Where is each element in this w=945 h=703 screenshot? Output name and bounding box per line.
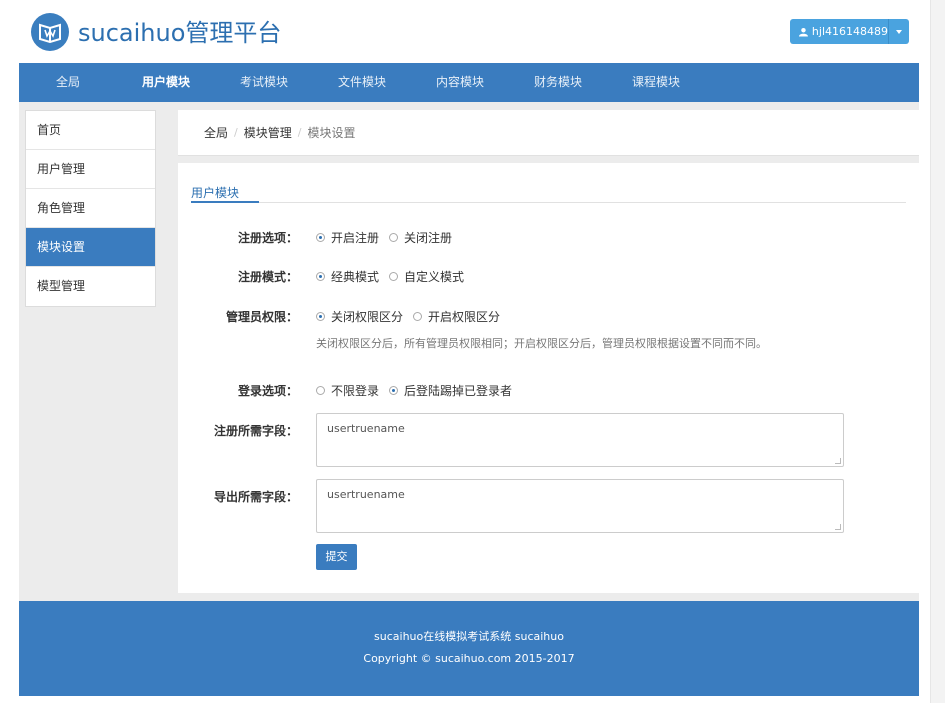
kick-previous-login-label: 后登陆踢掉已登录者 [404,384,513,398]
login-option-group: 不限登录 后登陆踢掉已登录者 [316,382,522,399]
classic-mode-radio[interactable]: 经典模式 [316,268,379,285]
app-logo-text: sucaihuo管理平台 [78,19,282,47]
unlimited-login-radio[interactable]: 不限登录 [316,382,379,399]
custom-mode-radio[interactable]: 自定义模式 [389,268,464,285]
export-fields-value: usertruename [327,488,405,501]
radio-checked-icon [316,272,325,281]
permission-off-label: 关闭权限区分 [331,310,404,324]
custom-mode-label: 自定义模式 [404,270,465,284]
admin-permission-help: 关闭权限区分后，所有管理员权限相同；开启权限区分后，管理员权限根据设置不同而不同… [316,337,767,350]
logo-book-icon [31,13,69,51]
sidebar-item-user-management[interactable]: 用户管理 [26,150,155,189]
register-option-label: 注册选项： [237,231,298,245]
radio-checked-icon [316,312,325,321]
scrollbar[interactable] [930,0,945,703]
register-mode-label: 注册模式： [237,270,298,284]
footer-copyright: Copyright © sucaihuo.com 2015-2017 [363,652,575,665]
radio-checked-icon [316,233,325,242]
nav-item-finance-module[interactable]: 财务模块 [509,63,607,102]
user-menu-toggle[interactable] [888,19,909,44]
breadcrumb-item-global[interactable]: 全局 [204,124,228,141]
resize-handle-icon[interactable] [835,524,841,530]
sidebar-item-role-management[interactable]: 角色管理 [26,189,155,228]
kick-previous-login-radio[interactable]: 后登陆踢掉已登录者 [389,382,512,399]
sidebar: 首页 用户管理 角色管理 模块设置 模型管理 [25,110,156,307]
admin-permission-group: 关闭权限区分 开启权限区分 [316,308,510,325]
nav-item-content-module[interactable]: 内容模块 [411,63,509,102]
footer: sucaihuo在线模拟考试系统 sucaihuo Copyright © su… [19,601,919,696]
register-option-group: 开启注册 关闭注册 [316,229,462,246]
radio-unchecked-icon [413,312,423,321]
breadcrumb-separator: / [297,126,302,139]
register-open-label: 开启注册 [331,231,380,245]
admin-permission-label: 管理员权限： [225,310,298,324]
radio-unchecked-icon [389,272,399,281]
nav-item-exam-module[interactable]: 考试模块 [215,63,313,102]
register-fields-label: 注册所需字段： [213,424,298,438]
register-mode-group: 经典模式 自定义模式 [316,268,474,285]
user-name: hjl416148489 [811,25,888,38]
chevron-down-icon [896,29,902,34]
tab-divider [191,202,906,203]
register-fields-textarea[interactable]: usertruename [316,413,844,467]
footer-system-name: sucaihuo在线模拟考试系统 sucaihuo [374,630,564,643]
radio-unchecked-icon [316,386,325,395]
nav-item-course-module[interactable]: 课程模块 [607,63,705,102]
sidebar-item-module-settings[interactable]: 模块设置 [26,228,155,267]
register-fields-value: usertruename [327,422,405,435]
nav-item-file-module[interactable]: 文件模块 [313,63,411,102]
nav-item-global[interactable]: 全局 [19,63,117,102]
permission-off-radio[interactable]: 关闭权限区分 [316,308,403,325]
permission-on-label: 开启权限区分 [428,310,501,324]
sidebar-item-model-management[interactable]: 模型管理 [26,267,155,306]
breadcrumb-separator: / [234,126,238,139]
radio-checked-icon [389,386,399,395]
export-fields-label: 导出所需字段： [213,490,298,504]
user-icon [799,27,808,36]
register-close-label: 关闭注册 [404,231,453,245]
unlimited-login-label: 不限登录 [331,384,380,398]
header: sucaihuo管理平台 hjl416148489 [0,0,945,63]
settings-panel: 用户模块 注册选项： 开启注册 关闭注册 注册模式： 经典模式 自定义模式 管理… [178,163,919,593]
export-fields-textarea[interactable]: usertruename [316,479,844,533]
breadcrumb-item-module-management[interactable]: 模块管理 [244,124,292,141]
register-open-radio[interactable]: 开启注册 [316,229,379,246]
submit-button[interactable]: 提交 [316,544,357,570]
tab-active-indicator [191,201,259,203]
sidebar-item-home[interactable]: 首页 [26,111,155,150]
resize-handle-icon[interactable] [835,458,841,464]
top-nav: 全局 用户模块 考试模块 文件模块 内容模块 财务模块 课程模块 [19,63,919,102]
permission-on-radio[interactable]: 开启权限区分 [413,308,500,325]
user-menu-button[interactable]: hjl416148489 [790,19,909,44]
breadcrumb: 全局 / 模块管理 / 模块设置 [178,110,919,156]
tab-user-module[interactable]: 用户模块 [191,184,239,201]
radio-unchecked-icon [389,233,399,242]
register-close-radio[interactable]: 关闭注册 [389,229,452,246]
classic-mode-label: 经典模式 [331,270,380,284]
login-option-label: 登录选项： [237,384,298,398]
breadcrumb-item-current: 模块设置 [307,126,356,140]
nav-item-user-module[interactable]: 用户模块 [117,63,215,102]
